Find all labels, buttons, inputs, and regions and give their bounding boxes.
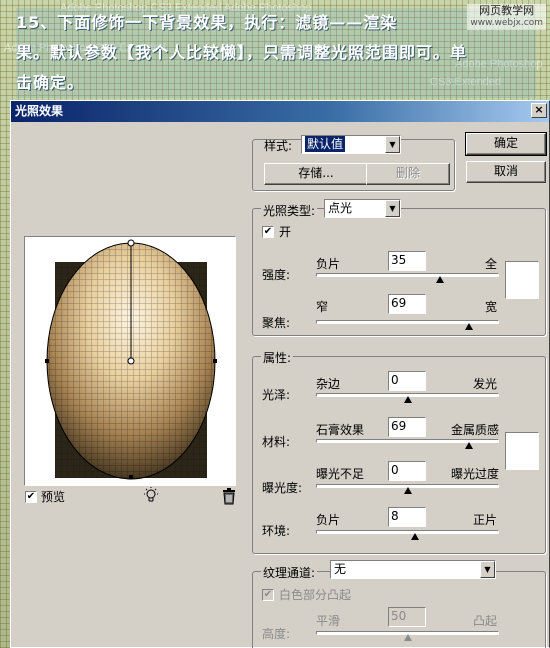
exposure-slider-thumb[interactable] xyxy=(403,487,412,494)
light-type-select[interactable]: 点光 ▼ xyxy=(324,199,401,218)
preview-checkbox[interactable]: ✔ xyxy=(25,491,37,503)
height-slider-track[interactable] xyxy=(316,631,499,641)
focus-min-label: 窄 xyxy=(316,300,329,314)
focus-max-label: 宽 xyxy=(485,300,498,314)
tutorial-header: Adobe Photoshop CS3 Extended Adobe Photo… xyxy=(0,0,550,98)
ambience-max-label: 正片 xyxy=(473,513,498,527)
material-max-label: 金属质感 xyxy=(451,423,500,437)
light-type-label: 光照类型: xyxy=(261,204,318,218)
ambience-slider-track[interactable] xyxy=(316,530,499,540)
gloss-label: 光泽: xyxy=(262,388,291,402)
style-value: 默认值 xyxy=(305,136,346,152)
light-type-group xyxy=(252,208,546,336)
height-min-label: 平滑 xyxy=(316,614,341,628)
style-select[interactable]: 默认值 ▼ xyxy=(301,135,401,154)
ambience-input[interactable]: 8 xyxy=(388,507,426,527)
material-label: 材料: xyxy=(262,435,291,449)
lighting-effects-dialog: 光照效果 × ✔ 预览 样式: 默认值 ▼ 存储... 删除 确定 取消 光照类… xyxy=(10,100,550,648)
texture-channel-select[interactable]: 无 ▼ xyxy=(330,560,496,579)
light-on-checkbox[interactable]: ✔ xyxy=(262,226,274,238)
ambience-label: 环境: xyxy=(262,524,291,538)
save-style-button[interactable]: 存储... xyxy=(264,163,368,185)
preview-label: 预览 xyxy=(41,490,66,504)
dialog-titlebar[interactable]: 光照效果 × xyxy=(11,101,549,122)
chevron-down-icon[interactable]: ▼ xyxy=(385,200,400,217)
height-max-label: 凸起 xyxy=(473,614,498,628)
light-on-label: 开 xyxy=(279,225,292,239)
intensity-label: 强度: xyxy=(262,268,291,282)
exposure-max-label: 曝光过度 xyxy=(451,467,500,481)
ambient-color-swatch[interactable] xyxy=(505,432,539,470)
chevron-down-icon[interactable]: ▼ xyxy=(480,561,495,578)
gloss-max-label: 发光 xyxy=(473,377,498,391)
exposure-min-label: 曝光不足 xyxy=(316,467,365,481)
properties-title: 属性: xyxy=(261,351,294,365)
light-type-value: 点光 xyxy=(328,201,353,215)
material-slider-thumb[interactable] xyxy=(465,442,474,449)
focus-label: 聚焦: xyxy=(262,316,291,330)
preview-canvas[interactable] xyxy=(24,236,236,486)
focus-slider-track[interactable] xyxy=(316,320,499,330)
height-input[interactable]: 50 xyxy=(388,607,426,627)
ambience-min-label: 负片 xyxy=(316,513,341,527)
gloss-input[interactable]: 0 xyxy=(388,371,426,391)
material-slider-track[interactable] xyxy=(316,439,499,449)
intensity-min-label: 负片 xyxy=(316,257,341,271)
delete-style-button[interactable]: 删除 xyxy=(366,163,450,185)
intensity-max-label: 全 xyxy=(485,257,498,271)
exposure-label: 曝光度: xyxy=(262,481,303,495)
material-min-label: 石膏效果 xyxy=(316,423,365,437)
gloss-slider-thumb[interactable] xyxy=(403,396,412,403)
material-input[interactable]: 69 xyxy=(388,417,426,437)
dialog-title: 光照效果 xyxy=(15,104,64,118)
ambience-slider-thumb[interactable] xyxy=(410,533,419,540)
site-name: 网页教学网 xyxy=(479,4,535,17)
texture-channel-value: 无 xyxy=(334,562,347,576)
site-url: www.webjx.com xyxy=(470,18,543,28)
tutorial-line: 击确定。 xyxy=(16,73,85,92)
trash-icon[interactable] xyxy=(221,487,237,508)
close-icon[interactable]: × xyxy=(531,103,547,118)
light-color-swatch[interactable] xyxy=(505,261,539,299)
light-preview-image xyxy=(45,239,217,480)
gloss-slider-track[interactable] xyxy=(316,393,499,403)
style-label: 样式: xyxy=(264,139,293,153)
white-high-label: 白色部分凸起 xyxy=(279,588,352,602)
tutorial-line: 15、下面修饰一下背景效果，执行：滤镜——渲染 xyxy=(16,13,398,32)
chevron-down-icon[interactable]: ▼ xyxy=(385,136,400,153)
intensity-input[interactable]: 35 xyxy=(388,251,426,271)
light-bulb-icon[interactable] xyxy=(142,486,160,507)
intensity-slider-thumb[interactable] xyxy=(436,276,445,283)
site-logo: 网页教学网 www.webjx.com xyxy=(467,4,546,30)
ok-button[interactable]: 确定 xyxy=(465,132,547,156)
white-high-checkbox[interactable]: ✔ xyxy=(262,589,274,601)
focus-input[interactable]: 69 xyxy=(388,294,426,314)
height-label: 高度: xyxy=(262,627,291,641)
tutorial-instructions: 15、下面修饰一下背景效果，执行：滤镜——渲染 果。默认参数【我个人比较懒】，只… xyxy=(16,8,536,98)
exposure-slider-track[interactable] xyxy=(316,484,499,494)
tutorial-line: 果。默认参数【我个人比较懒】，只需调整光照范围即可。单 xyxy=(16,43,468,62)
exposure-input[interactable]: 0 xyxy=(388,461,426,481)
intensity-slider-track[interactable] xyxy=(316,273,499,283)
texture-channel-label: 纹理通道: xyxy=(261,566,318,580)
cancel-button[interactable]: 取消 xyxy=(466,161,546,183)
height-slider-thumb[interactable] xyxy=(403,634,412,641)
gloss-min-label: 杂边 xyxy=(316,377,341,391)
focus-slider-thumb[interactable] xyxy=(465,323,474,330)
